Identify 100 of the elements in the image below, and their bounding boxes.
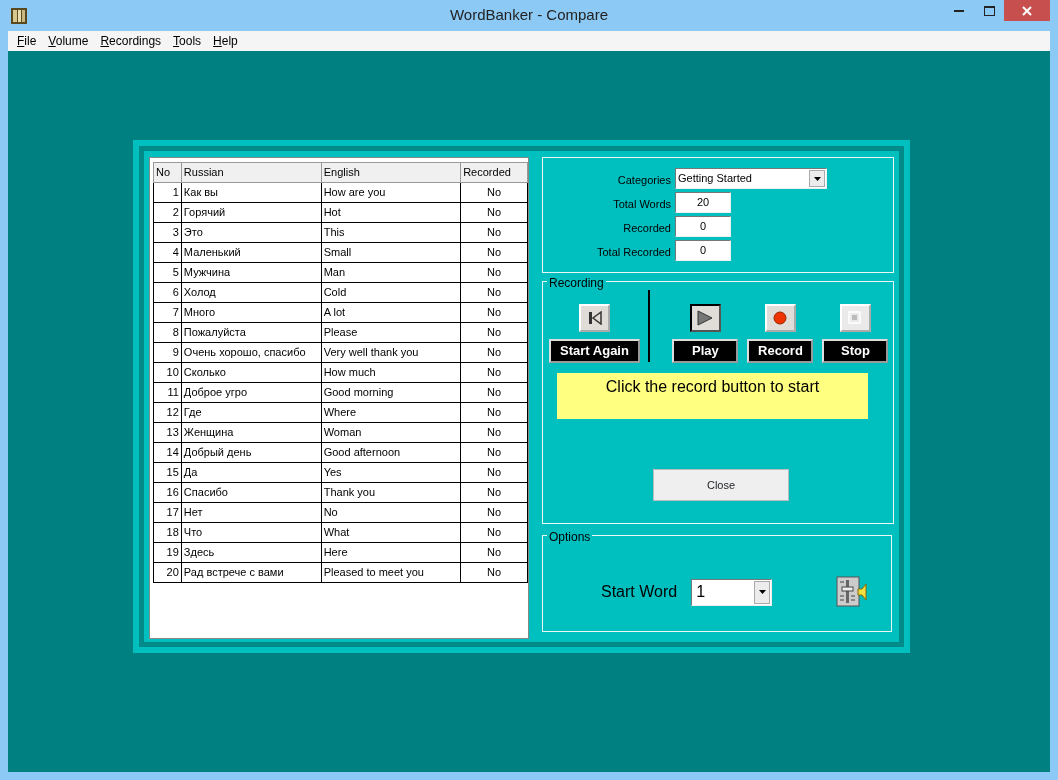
- table-cell: Очень хорошо, спасибо: [181, 342, 322, 363]
- table-cell: 14: [153, 442, 182, 463]
- table-cell: No: [460, 442, 528, 463]
- menu-item[interactable]: Recordings: [94, 32, 168, 50]
- table-cell: How are you: [321, 182, 461, 203]
- table-cell: 15: [153, 462, 182, 483]
- app-icon: [10, 6, 28, 25]
- table-cell: 3: [153, 222, 182, 243]
- table-cell: Холод: [181, 282, 322, 303]
- record-icon: [772, 310, 789, 326]
- table-cell: Женщина: [181, 422, 322, 443]
- table-cell: Маленький: [181, 242, 322, 263]
- table-cell: Pleased to meet you: [321, 562, 461, 583]
- table-cell: Small: [321, 242, 461, 263]
- table-cell: Рад встрече с вами: [181, 562, 322, 583]
- table-cell: No: [321, 502, 461, 523]
- field-label: Recorded: [622, 221, 671, 237]
- column-header: No: [153, 162, 182, 183]
- table-cell: This: [321, 222, 461, 243]
- caret-icon[interactable]: [754, 580, 771, 604]
- record-button[interactable]: [764, 304, 796, 332]
- table-cell: No: [460, 282, 528, 303]
- table-cell: Мужчина: [181, 262, 322, 283]
- table-cell: Спасибо: [181, 482, 322, 503]
- menu-item[interactable]: Volume: [42, 32, 95, 50]
- table-cell: No: [460, 182, 528, 203]
- table-cell: No: [460, 222, 528, 243]
- table-cell: Да: [181, 462, 322, 483]
- table-cell: 8: [153, 322, 182, 343]
- table-cell: Good morning: [321, 382, 461, 403]
- table-cell: 13: [153, 422, 182, 443]
- table-cell: How much: [321, 362, 461, 383]
- table-cell: 20: [153, 562, 182, 583]
- field-label: Total Recorded: [596, 245, 671, 261]
- table-cell: Как вы: [181, 182, 322, 203]
- table-cell: 11: [153, 382, 182, 403]
- stop-icon: [848, 311, 863, 325]
- table-cell: Это: [181, 222, 322, 243]
- table-cell: 19: [153, 542, 182, 563]
- table-cell: What: [321, 522, 461, 543]
- table-cell: Woman: [321, 422, 461, 443]
- count-field: 0: [675, 240, 731, 261]
- table-cell: No: [460, 482, 528, 503]
- close-button[interactable]: Close: [653, 469, 789, 501]
- column-header: Russian: [181, 162, 322, 183]
- table-cell: Man: [321, 262, 461, 283]
- close-icon[interactable]: [1004, 0, 1050, 21]
- caret-icon[interactable]: [809, 170, 825, 187]
- table-cell: Good afternoon: [321, 442, 461, 463]
- table-cell: Что: [181, 522, 322, 543]
- table-cell: 17: [153, 502, 182, 523]
- start-word-dropdown[interactable]: 1: [691, 578, 773, 606]
- column-header: English: [321, 162, 461, 183]
- table-cell: No: [460, 302, 528, 323]
- table-cell: Горячий: [181, 202, 322, 223]
- table-cell: No: [460, 522, 528, 543]
- table-cell: 16: [153, 482, 182, 503]
- control-button[interactable]: Play: [672, 339, 739, 363]
- table-cell: 7: [153, 302, 182, 323]
- table-cell: No: [460, 322, 528, 343]
- control-button[interactable]: Record: [747, 339, 814, 363]
- table-cell: No: [460, 542, 528, 563]
- table-cell: No: [460, 362, 528, 383]
- volume-mixer-icon[interactable]: [836, 576, 869, 608]
- table-cell: 6: [153, 282, 182, 303]
- table-cell: 5: [153, 262, 182, 283]
- control-button[interactable]: Start Again: [549, 339, 640, 363]
- table-cell: Cold: [321, 282, 461, 303]
- table-cell: Много: [181, 302, 322, 323]
- menu-item[interactable]: Tools: [167, 32, 208, 50]
- table-cell: Hot: [321, 202, 461, 223]
- menu-item[interactable]: File: [11, 32, 43, 50]
- status-message: Click the record button to start: [557, 373, 868, 419]
- table-cell: 10: [153, 362, 182, 383]
- table-cell: Нет: [181, 502, 322, 523]
- table-cell: Пожалуйста: [181, 322, 322, 343]
- field-label: Start Word: [601, 582, 678, 602]
- field-label: Total Words: [612, 197, 671, 213]
- table-cell: 1: [153, 182, 182, 203]
- table-cell: No: [460, 342, 528, 363]
- table-cell: 18: [153, 522, 182, 543]
- table-cell: 2: [153, 202, 182, 223]
- table-cell: Please: [321, 322, 461, 343]
- table-cell: Very well thank you: [321, 342, 461, 363]
- field-label: Categories: [616, 173, 671, 189]
- column-header: Recorded: [460, 162, 528, 183]
- table-cell: Thank you: [321, 482, 461, 503]
- table-cell: No: [460, 382, 528, 403]
- table-cell: No: [460, 402, 528, 423]
- play-button[interactable]: [689, 304, 721, 332]
- table-cell: No: [460, 202, 528, 223]
- category-dropdown[interactable]: Getting Started: [675, 168, 827, 189]
- restart-button[interactable]: [579, 304, 610, 332]
- table-cell: Here: [321, 542, 461, 563]
- menu-item[interactable]: Help: [207, 32, 244, 50]
- table-cell: No: [460, 262, 528, 283]
- table-cell: No: [460, 422, 528, 443]
- table-cell: Сколько: [181, 362, 322, 383]
- count-field: 20: [675, 192, 731, 213]
- table-cell: No: [460, 562, 528, 583]
